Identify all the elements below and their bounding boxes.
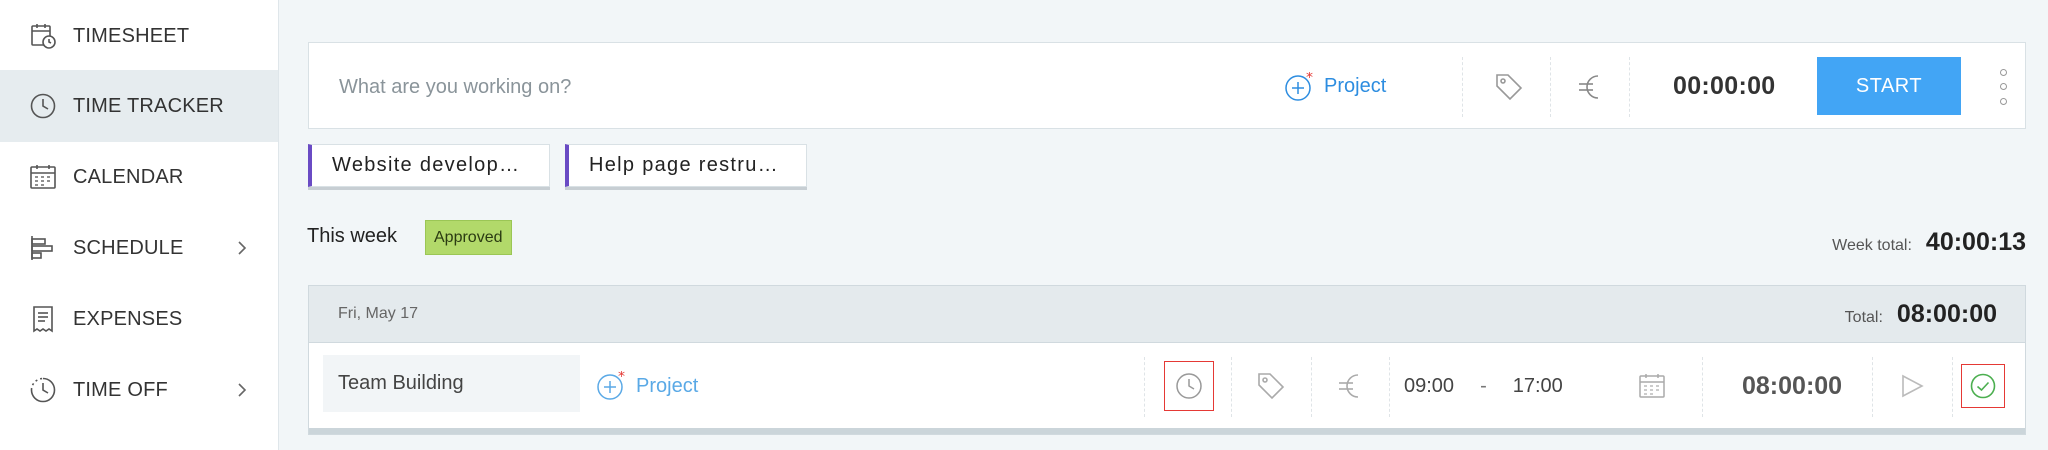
- continue-timer-button[interactable]: [1872, 343, 1952, 429]
- day-total: Total: 08:00:00: [1845, 300, 1997, 329]
- sidebar-item-timesheet[interactable]: TIMESHEET: [0, 0, 278, 72]
- sidebar-item-label: CALENDAR: [73, 165, 184, 188]
- add-project-button[interactable]: * Project: [1284, 43, 1386, 130]
- tags-button[interactable]: [1469, 43, 1549, 130]
- clock-icon: [28, 91, 58, 121]
- entry-billable-button[interactable]: [1311, 343, 1389, 429]
- svg-text:*: *: [1306, 72, 1313, 86]
- divider: [1702, 357, 1703, 417]
- svg-text:*: *: [618, 371, 625, 385]
- divider: [1462, 57, 1463, 117]
- divider: [1144, 357, 1145, 417]
- description-input[interactable]: [339, 69, 939, 105]
- billable-button[interactable]: [1551, 43, 1629, 130]
- recent-entry-label: Help page restru…: [589, 154, 779, 176]
- chevron-right-icon: [238, 383, 247, 397]
- recent-entry-chip[interactable]: Help page restru…: [565, 144, 807, 187]
- recent-entry-label: Website develop…: [332, 154, 521, 176]
- divider: [1629, 57, 1630, 117]
- divider: [1389, 357, 1390, 417]
- entry-duration[interactable]: 08:00:00: [1742, 343, 1842, 429]
- entry-description-input[interactable]: [323, 355, 580, 412]
- play-icon: [1902, 374, 1924, 398]
- project-label: Project: [1324, 75, 1387, 97]
- day-card: Fri, May 17 Total: 08:00:00 * Project: [308, 285, 2026, 435]
- status-badge: Approved: [425, 220, 512, 255]
- calendar-icon: [1639, 374, 1665, 398]
- euro-icon: [1339, 374, 1359, 398]
- project-label: Project: [636, 374, 699, 397]
- recent-entry-chip[interactable]: Website develop…: [308, 144, 550, 187]
- time-entry-row: * Project: [309, 343, 2025, 432]
- time-tracker-bar: * Project 00:00:00 START: [308, 42, 2026, 129]
- sidebar: TIMESHEET TIME TRACKER CALENDAR SCHEDULE…: [0, 0, 279, 450]
- sidebar-item-time-tracker[interactable]: TIME TRACKER: [0, 70, 278, 142]
- week-total: Week total: 40:00:13: [1832, 228, 2026, 257]
- highlight-box: [1961, 364, 2005, 408]
- divider: [1952, 357, 1953, 417]
- week-total-label: Week total:: [1832, 237, 1912, 254]
- schedule-icon: [28, 233, 58, 263]
- sidebar-item-label: TIMESHEET: [73, 24, 190, 47]
- end-time-input[interactable]: 17:00: [1513, 375, 1563, 398]
- time-separator: -: [1480, 374, 1487, 397]
- sidebar-item-schedule[interactable]: SCHEDULE: [0, 212, 278, 284]
- sidebar-item-time-off[interactable]: TIME OFF: [0, 354, 278, 426]
- tag-icon: [1496, 73, 1523, 100]
- sidebar-item-expenses[interactable]: EXPENSES: [0, 283, 278, 355]
- card-bottom-bar: [309, 428, 2025, 434]
- chevron-right-icon: [238, 241, 247, 255]
- entry-add-project-button[interactable]: * Project: [596, 343, 698, 429]
- receipt-icon: [28, 304, 58, 334]
- sidebar-item-calendar[interactable]: CALENDAR: [0, 141, 278, 213]
- day-date: Fri, May 17: [338, 305, 419, 322]
- entry-tags-button[interactable]: [1231, 343, 1311, 429]
- sidebar-item-label: TIME TRACKER: [73, 94, 224, 117]
- tag-icon: [1258, 373, 1285, 400]
- add-project-icon: *: [1285, 72, 1313, 101]
- day-header: Fri, May 17 Total: 08:00:00: [309, 286, 2025, 343]
- start-button[interactable]: START: [1817, 57, 1961, 115]
- sidebar-item-label: EXPENSES: [73, 307, 183, 330]
- add-project-icon: *: [597, 371, 625, 400]
- week-label: This week: [307, 225, 398, 247]
- time-off-icon: [28, 375, 58, 405]
- day-total-label: Total:: [1844, 309, 1883, 326]
- highlight-box: [1164, 361, 1214, 411]
- timesheet-icon: [28, 21, 58, 51]
- entry-date-button[interactable]: [1627, 343, 1677, 429]
- timer-display: 00:00:00: [1673, 72, 1776, 100]
- more-options-icon[interactable]: [1995, 65, 2011, 109]
- entry-time-range: 09:00 - 17:00: [1404, 343, 1563, 429]
- sidebar-item-label: TIME OFF: [73, 378, 168, 401]
- sidebar-item-label: SCHEDULE: [73, 236, 184, 259]
- main-content: * Project 00:00:00 START We: [280, 0, 2048, 450]
- calendar-icon: [28, 162, 58, 192]
- start-time-input[interactable]: 09:00: [1404, 375, 1454, 398]
- week-total-value: 40:00:13: [1925, 228, 2026, 256]
- euro-icon: [1579, 74, 1599, 99]
- day-total-value: 08:00:00: [1896, 300, 1997, 328]
